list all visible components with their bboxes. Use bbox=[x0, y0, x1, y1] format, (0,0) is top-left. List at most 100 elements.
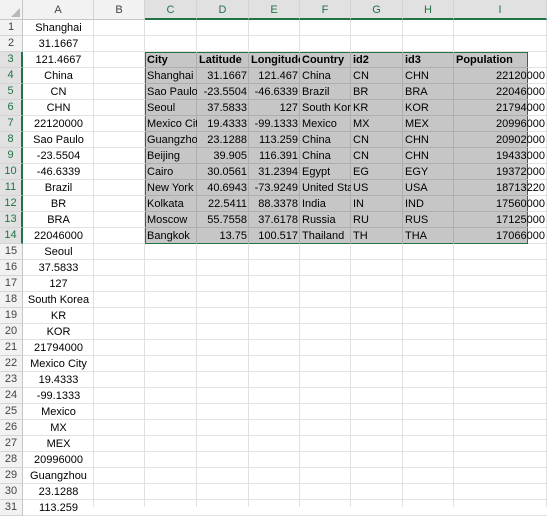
row-header-4[interactable]: 4 bbox=[0, 68, 23, 84]
cell-a30[interactable]: 23.1288 bbox=[23, 484, 94, 500]
cell-a4[interactable]: China bbox=[23, 68, 94, 84]
cell-a3[interactable]: 121.4667 bbox=[23, 52, 94, 68]
cell-f13[interactable]: Russia bbox=[300, 212, 351, 228]
cell-e12[interactable]: 88.3378 bbox=[249, 196, 300, 212]
row-header-13[interactable]: 13 bbox=[0, 212, 23, 228]
cell-a17[interactable]: 127 bbox=[23, 276, 94, 292]
cell-d10[interactable]: 30.0561 bbox=[197, 164, 249, 180]
cell-d5[interactable]: -23.5504 bbox=[197, 84, 249, 100]
cell-c9[interactable]: Beijing bbox=[145, 148, 197, 164]
column-header-e[interactable]: E bbox=[249, 0, 300, 20]
cell-h10[interactable]: EGY bbox=[403, 164, 454, 180]
column-header-c[interactable]: C bbox=[145, 0, 197, 20]
table-header-id3[interactable]: id3 bbox=[403, 52, 454, 68]
cell-i9[interactable]: 19433000 bbox=[454, 148, 547, 164]
cell-c6[interactable]: Seoul bbox=[145, 100, 197, 116]
row-header-10[interactable]: 10 bbox=[0, 164, 23, 180]
cell-c4[interactable]: Shanghai bbox=[145, 68, 197, 84]
cell-d14[interactable]: 13.75 bbox=[197, 228, 249, 244]
cell-a29[interactable]: Guangzhou bbox=[23, 468, 94, 484]
cell-a9[interactable]: -23.5504 bbox=[23, 148, 94, 164]
cell-d12[interactable]: 22.5411 bbox=[197, 196, 249, 212]
row-header-27[interactable]: 27 bbox=[0, 436, 23, 452]
column-header-h[interactable]: H bbox=[403, 0, 454, 20]
cell-d9[interactable]: 39.905 bbox=[197, 148, 249, 164]
cell-g14[interactable]: TH bbox=[351, 228, 403, 244]
cell-a25[interactable]: Mexico bbox=[23, 404, 94, 420]
row-header-7[interactable]: 7 bbox=[0, 116, 23, 132]
cell-h13[interactable]: RUS bbox=[403, 212, 454, 228]
select-all-corner[interactable] bbox=[0, 0, 23, 20]
cell-f11[interactable]: United States bbox=[300, 180, 351, 196]
cell-a16[interactable]: 37.5833 bbox=[23, 260, 94, 276]
cell-e11[interactable]: -73.9249 bbox=[249, 180, 300, 196]
row-header-29[interactable]: 29 bbox=[0, 468, 23, 484]
cell-f4[interactable]: China bbox=[300, 68, 351, 84]
cell-g10[interactable]: EG bbox=[351, 164, 403, 180]
row-header-26[interactable]: 26 bbox=[0, 420, 23, 436]
spreadsheet-grid[interactable]: A B C D E F G H I 1 2 3 4 5 6 7 8 9 10 11 12 13 14 15 16 17 18 19 20… bbox=[0, 0, 547, 516]
cell-i10[interactable]: 19372000 bbox=[454, 164, 547, 180]
cell-a14[interactable]: 22046000 bbox=[23, 228, 94, 244]
cell-e6[interactable]: 127 bbox=[249, 100, 300, 116]
table-header-country[interactable]: Country bbox=[300, 52, 351, 68]
cell-c13[interactable]: Moscow bbox=[145, 212, 197, 228]
cell-a28[interactable]: 20996000 bbox=[23, 452, 94, 468]
cell-a21[interactable]: 21794000 bbox=[23, 340, 94, 356]
table-header-city[interactable]: City bbox=[145, 52, 197, 68]
row-header-17[interactable]: 17 bbox=[0, 276, 23, 292]
cell-a10[interactable]: -46.6339 bbox=[23, 164, 94, 180]
row-header-28[interactable]: 28 bbox=[0, 452, 23, 468]
cell-e14[interactable]: 100.517 bbox=[249, 228, 300, 244]
cell-h14[interactable]: THA bbox=[403, 228, 454, 244]
row-header-8[interactable]: 8 bbox=[0, 132, 23, 148]
column-header-g[interactable]: G bbox=[351, 0, 403, 20]
row-header-12[interactable]: 12 bbox=[0, 196, 23, 212]
cell-a1[interactable]: Shanghai bbox=[23, 20, 94, 36]
cell-a23[interactable]: 19.4333 bbox=[23, 372, 94, 388]
row-header-20[interactable]: 20 bbox=[0, 324, 23, 340]
cell-c7[interactable]: Mexico City bbox=[145, 116, 197, 132]
cell-d13[interactable]: 55.7558 bbox=[197, 212, 249, 228]
cell-e10[interactable]: 31.2394 bbox=[249, 164, 300, 180]
cell-c12[interactable]: Kolkata bbox=[145, 196, 197, 212]
cell-g4[interactable]: CN bbox=[351, 68, 403, 84]
cell-h11[interactable]: USA bbox=[403, 180, 454, 196]
cell-f9[interactable]: China bbox=[300, 148, 351, 164]
row-header-2[interactable]: 2 bbox=[0, 36, 23, 52]
cell-a31[interactable]: 113.259 bbox=[23, 500, 94, 516]
cell-i13[interactable]: 17125000 bbox=[454, 212, 547, 228]
cell-g11[interactable]: US bbox=[351, 180, 403, 196]
row-header-19[interactable]: 19 bbox=[0, 308, 23, 324]
cell-a8[interactable]: Sao Paulo bbox=[23, 132, 94, 148]
cell-f8[interactable]: China bbox=[300, 132, 351, 148]
cell-f7[interactable]: Mexico bbox=[300, 116, 351, 132]
cell-c8[interactable]: Guangzhou bbox=[145, 132, 197, 148]
row-header-16[interactable]: 16 bbox=[0, 260, 23, 276]
row-header-21[interactable]: 21 bbox=[0, 340, 23, 356]
cell-e4[interactable]: 121.467 bbox=[249, 68, 300, 84]
cell-g6[interactable]: KR bbox=[351, 100, 403, 116]
cell-a22[interactable]: Mexico City bbox=[23, 356, 94, 372]
cell-i6[interactable]: 21794000 bbox=[454, 100, 547, 116]
row-header-3[interactable]: 3 bbox=[0, 52, 23, 68]
cell-f5[interactable]: Brazil bbox=[300, 84, 351, 100]
cell-i11[interactable]: 18713220 bbox=[454, 180, 547, 196]
cell-f10[interactable]: Egypt bbox=[300, 164, 351, 180]
cell-h5[interactable]: BRA bbox=[403, 84, 454, 100]
cell-g12[interactable]: IN bbox=[351, 196, 403, 212]
table-header-latitude[interactable]: Latitude bbox=[197, 52, 249, 68]
cell-c11[interactable]: New York bbox=[145, 180, 197, 196]
column-header-f[interactable]: F bbox=[300, 0, 351, 20]
row-header-30[interactable]: 30 bbox=[0, 484, 23, 500]
cell-i8[interactable]: 20902000 bbox=[454, 132, 547, 148]
cell-c5[interactable]: Sao Paulo bbox=[145, 84, 197, 100]
cell-c14[interactable]: Bangkok bbox=[145, 228, 197, 244]
cell-e5[interactable]: -46.6339 bbox=[249, 84, 300, 100]
cell-g9[interactable]: CN bbox=[351, 148, 403, 164]
row-header-6[interactable]: 6 bbox=[0, 100, 23, 116]
cell-a12[interactable]: BR bbox=[23, 196, 94, 212]
cell-d8[interactable]: 23.1288 bbox=[197, 132, 249, 148]
cell-i12[interactable]: 17560000 bbox=[454, 196, 547, 212]
cell-d4[interactable]: 31.1667 bbox=[197, 68, 249, 84]
